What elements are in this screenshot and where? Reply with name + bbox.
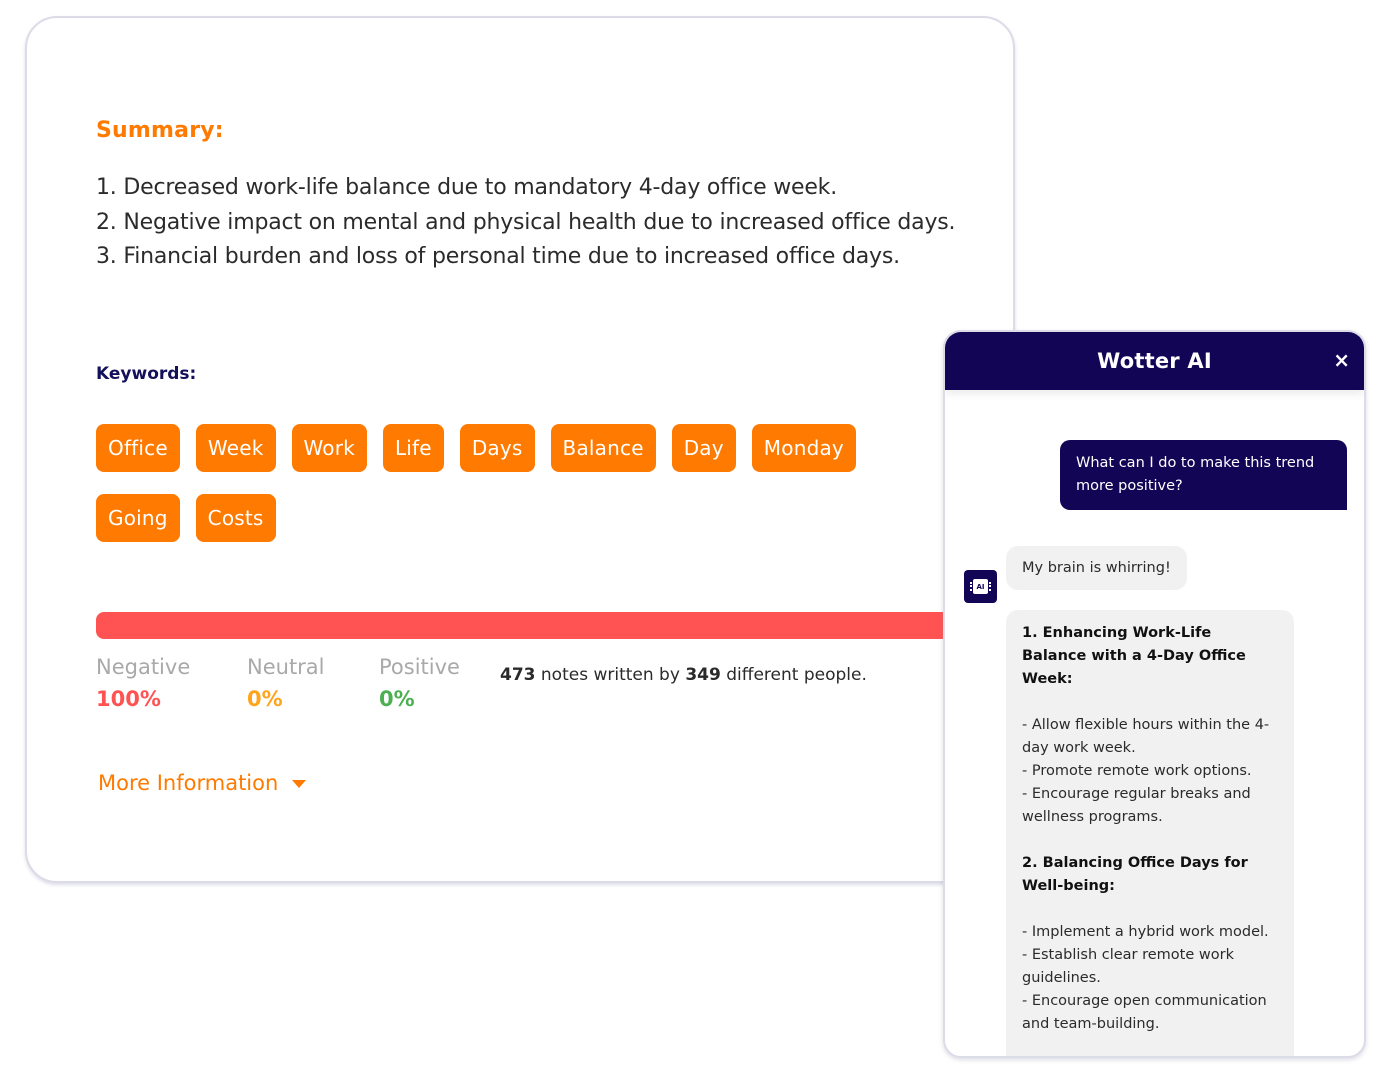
more-information-toggle[interactable]: More Information	[98, 771, 307, 795]
sentiment-neutral-label: Neutral	[247, 655, 325, 679]
keyword-tag-days[interactable]: Days	[459, 424, 535, 472]
ai-response-item: - Establish clear remote work guidelines…	[1022, 947, 1234, 986]
chat-header: Wotter AI ×	[945, 332, 1364, 390]
ai-status-message: My brain is whirring!	[1006, 546, 1187, 590]
keyword-tag-costs[interactable]: Costs	[195, 494, 276, 542]
keyword-tag-office[interactable]: Office	[96, 424, 180, 472]
people-count: 349	[685, 665, 721, 685]
ai-response-item: - Allow flexible hours within the 4-day …	[1022, 717, 1270, 756]
caret-down-icon	[292, 780, 307, 788]
keyword-tag-day[interactable]: Day	[671, 424, 736, 472]
summary-card: Summary: 1. Decreased work-life balance …	[25, 16, 1015, 883]
ai-response-message: 1. Enhancing Work-Life Balance with a 4-…	[1006, 610, 1294, 1056]
notes-count: 473	[500, 665, 536, 685]
close-icon[interactable]: ×	[1333, 348, 1350, 372]
sentiment-neutral-value: 0%	[247, 687, 283, 711]
sentiment-positive-value: 0%	[379, 687, 415, 711]
keyword-tag-week[interactable]: Week	[195, 424, 276, 472]
ai-response-item: - Encourage regular breaks and wellness …	[1022, 786, 1251, 825]
notes-text: notes written by	[540, 665, 680, 685]
summary-item: 2. Negative impact on mental and physica…	[96, 209, 956, 235]
sentiment-neutral: Neutral 0%	[247, 655, 325, 711]
chat-title: Wotter AI	[1097, 349, 1212, 373]
keyword-tag-life[interactable]: Life	[382, 424, 444, 472]
keyword-tag-work[interactable]: Work	[291, 424, 367, 472]
sentiment-negative: Negative 100%	[96, 655, 190, 711]
sentiment-positive-label: Positive	[379, 655, 460, 679]
summary-item: 1. Decreased work-life balance due to ma…	[96, 175, 838, 200]
notes-summary: 473 notes written by 349 different peopl…	[500, 665, 867, 685]
summary-title: Summary:	[96, 118, 224, 143]
keywords-title: Keywords:	[96, 364, 197, 384]
summary-list: 1. Decreased work-life balance due to ma…	[96, 171, 976, 275]
more-information-label: More Information	[98, 771, 279, 795]
ai-chip-icon: AI	[970, 579, 991, 594]
sentiment-bar-negative	[96, 612, 996, 639]
keyword-tag-monday[interactable]: Monday	[751, 424, 856, 472]
user-message: What can I do to make this trend more po…	[1060, 440, 1347, 510]
chat-panel: Wotter AI × What can I do to make this t…	[943, 330, 1366, 1058]
ai-response-heading: 2. Balancing Office Days for Well-being:	[1022, 855, 1248, 894]
sentiment-negative-label: Negative	[96, 655, 191, 679]
people-text: different people.	[726, 665, 867, 685]
ai-response-heading: 1. Enhancing Work-Life Balance with a 4-…	[1022, 625, 1246, 687]
ai-avatar-label: AI	[976, 582, 985, 591]
sentiment-negative-value: 100%	[96, 687, 161, 711]
ai-response-item: - Implement a hybrid work model.	[1022, 924, 1269, 940]
ai-avatar: AI	[964, 570, 997, 603]
sentiment-positive: Positive 0%	[379, 655, 460, 711]
keyword-list: Office Week Work Life Days Balance Day M…	[96, 424, 916, 542]
summary-item: 3. Financial burden and loss of personal…	[96, 244, 900, 269]
keyword-tag-going[interactable]: Going	[96, 494, 180, 542]
keyword-tag-balance[interactable]: Balance	[550, 424, 656, 472]
ai-response-item: - Promote remote work options.	[1022, 763, 1252, 779]
ai-response-item: - Encourage open communication and team-…	[1022, 993, 1267, 1032]
